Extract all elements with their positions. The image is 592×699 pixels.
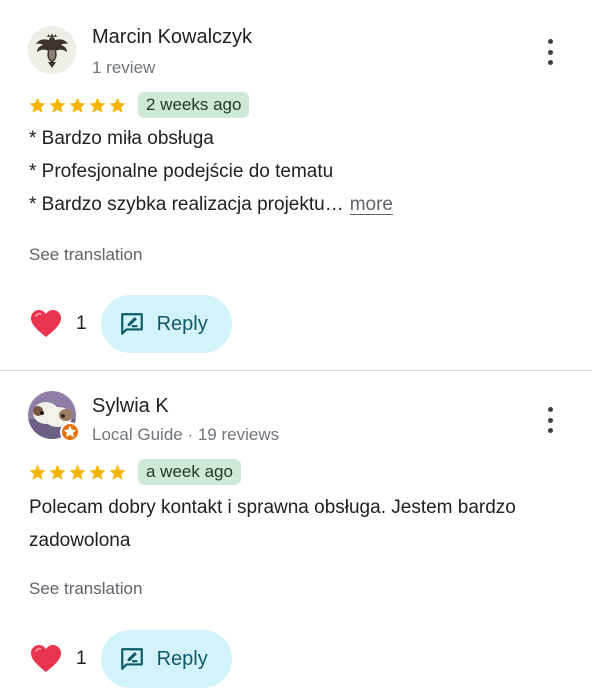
more-link[interactable]: more (350, 194, 393, 215)
more-vert-icon (547, 39, 553, 44)
more-vert-icon (547, 407, 553, 412)
see-translation-link[interactable]: See translation (29, 245, 142, 265)
rating-row: a week ago (28, 459, 241, 485)
reply-edit-icon (120, 648, 143, 670)
author-name[interactable]: Sylwia K (92, 395, 169, 418)
avatar[interactable] (28, 26, 76, 74)
star-icon (49, 97, 66, 113)
reply-label: Reply (156, 647, 208, 670)
star-icon (69, 464, 86, 480)
reply-button[interactable]: Reply (100, 295, 232, 353)
star-icon (69, 97, 86, 113)
avatar[interactable] (28, 391, 80, 442)
star-rating (28, 463, 127, 482)
like-count: 1 (76, 313, 87, 334)
review-date-badge: a week ago (138, 459, 241, 485)
star-icon (29, 97, 46, 113)
review-actions: 1 Reply (30, 630, 232, 688)
more-options-button[interactable] (540, 407, 560, 433)
heart-icon[interactable] (30, 309, 62, 339)
heart-icon[interactable] (30, 644, 62, 674)
star-icon (109, 464, 126, 480)
review-line: * Profesjonalne podejście do tematu (29, 161, 334, 182)
reply-edit-icon (120, 313, 143, 335)
local-guide-badge (60, 422, 80, 442)
star-icon (89, 464, 106, 480)
author-review-count: Local Guide · 19 reviews (92, 425, 280, 444)
review-date-badge: 2 weeks ago (138, 92, 250, 118)
review-line: * Bardzo miła obsługa (29, 128, 214, 149)
see-translation-link[interactable]: See translation (29, 579, 142, 599)
star-icon (109, 97, 126, 113)
review-text: * Bardzo miła obsługa * Profesjonalne po… (29, 122, 564, 221)
star-icon (29, 464, 46, 480)
review-line: Polecam dobry kontakt i sprawna obsługa.… (29, 497, 516, 551)
eagle-emblem-icon (28, 26, 76, 74)
star-icon (49, 464, 66, 480)
star-icon (89, 97, 106, 113)
local-guide-star-icon (63, 425, 77, 438)
review-line: * Bardzo szybka realizacja projektu… more (29, 194, 393, 215)
more-options-button[interactable] (540, 39, 560, 65)
rating-row: 2 weeks ago (28, 92, 250, 118)
author-name[interactable]: Marcin Kowalczyk (92, 26, 252, 49)
like-count: 1 (76, 648, 87, 669)
reply-label: Reply (156, 312, 208, 335)
review-text: Polecam dobry kontakt i sprawna obsługa.… (29, 491, 564, 557)
review-card: Sylwia K Local Guide · 19 reviews a week… (0, 371, 592, 699)
review-actions: 1 Reply (30, 295, 232, 353)
review-card: Marcin Kowalczyk 1 review 2 weeks ago * … (0, 0, 592, 371)
reply-button[interactable]: Reply (100, 630, 232, 688)
star-rating (28, 96, 127, 115)
author-review-count: 1 review (92, 58, 156, 77)
